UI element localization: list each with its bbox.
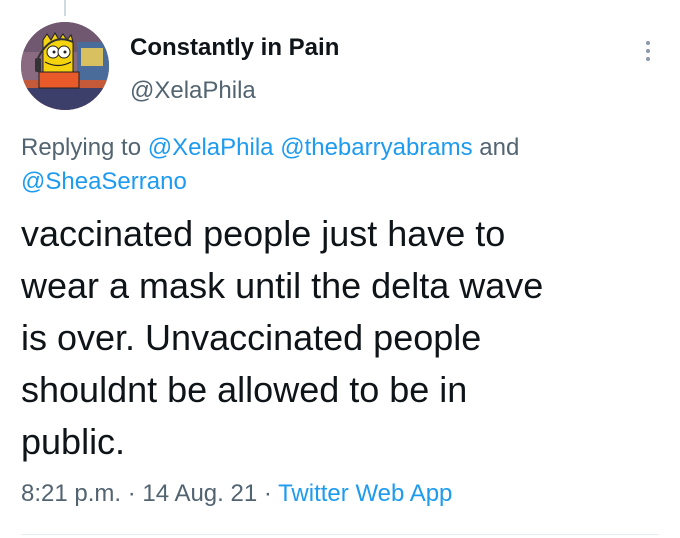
mention-link[interactable]: @SheaSerrano: [21, 168, 187, 195]
divider: [21, 534, 659, 535]
mention-link[interactable]: @thebarryabrams: [280, 134, 472, 161]
bart-simpson-avatar-icon: [21, 22, 109, 110]
meta-separator: ·: [127, 480, 136, 507]
more-dot-icon: [646, 57, 650, 61]
tweet-source-link[interactable]: Twitter Web App: [278, 480, 452, 507]
tweet: Constantly in Pain @XelaPhila Replying t…: [0, 0, 680, 538]
tweet-text: vaccinated people just have to wear a ma…: [21, 213, 544, 462]
meta-separator: ·: [263, 480, 272, 507]
avatar[interactable]: [21, 22, 109, 110]
more-options-button[interactable]: [636, 34, 660, 68]
tweet-time[interactable]: 8:21 p.m.: [21, 480, 121, 507]
tweet-metadata: 8:21 p.m. · 14 Aug. 21 · Twitter Web App: [21, 480, 452, 508]
more-dot-icon: [646, 49, 650, 53]
mention-link[interactable]: @XelaPhila: [148, 134, 274, 161]
tweet-date[interactable]: 14 Aug. 21: [142, 480, 257, 507]
reply-context: Replying to @XelaPhila @thebarryabrams a…: [21, 131, 651, 199]
author-handle[interactable]: @XelaPhila: [130, 77, 256, 105]
reply-conjunction: and: [479, 134, 520, 161]
author-display-name[interactable]: Constantly in Pain: [130, 34, 339, 62]
reply-prefix: Replying to: [21, 134, 142, 161]
more-dot-icon: [646, 41, 650, 45]
